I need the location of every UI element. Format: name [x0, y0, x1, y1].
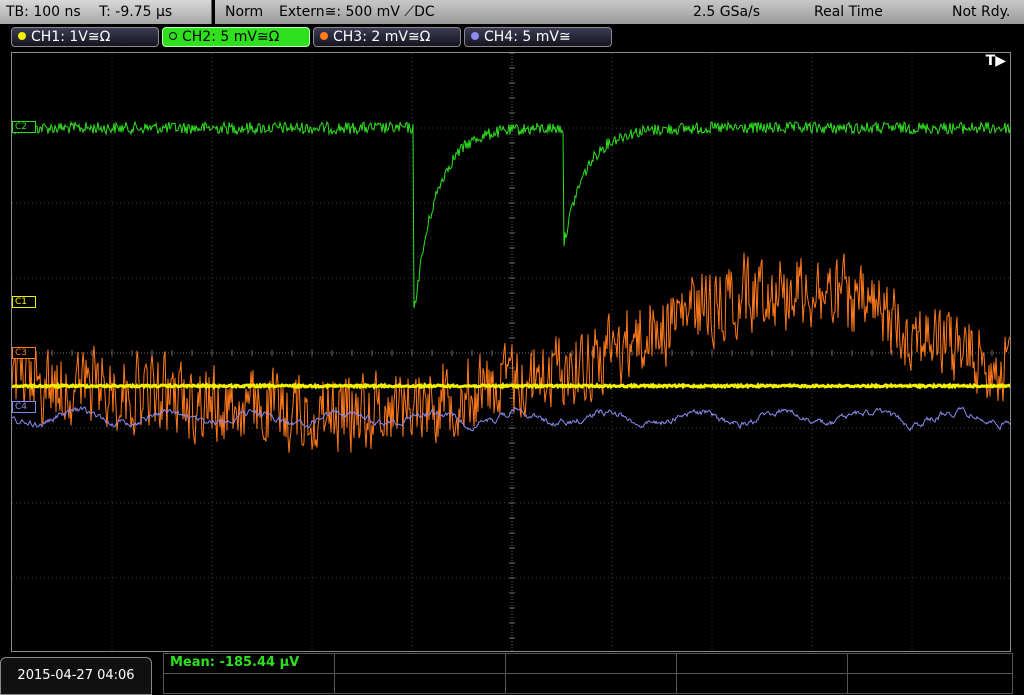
ch4-level-marker[interactable]: C4 [12, 401, 36, 413]
timebase-box[interactable]: TB: 100 ns T: -9.75 µs [0, 0, 212, 24]
ch2-level-marker[interactable]: C2 [12, 121, 36, 133]
trigger-source-label: Extern≅: 500 mV ⟋DC [279, 4, 435, 20]
mean-measurement: Mean: -185.44 µV [170, 655, 300, 670]
ch1-color-dot [18, 32, 26, 40]
measurement-cell[interactable] [334, 653, 506, 674]
measurement-cell[interactable] [676, 653, 848, 674]
ch3-label: CH3: 2 mV≅Ω [333, 29, 431, 45]
waveform-traces [12, 120, 1010, 453]
ch1-level-marker[interactable]: C1 [12, 296, 36, 308]
measurement-cell[interactable] [676, 673, 848, 694]
tab-ch2[interactable]: CH2: 5 mV≅Ω [162, 27, 310, 47]
ch4-color-dot [471, 32, 479, 40]
ch3-color-dot [320, 32, 328, 40]
tab-ch4[interactable]: CH4: 5 mV≅ [464, 27, 612, 47]
tab-ch3[interactable]: CH3: 2 mV≅Ω [313, 27, 461, 47]
tab-ch1[interactable]: CH1: 1V≅Ω [11, 27, 159, 47]
ch2-color-dot [169, 32, 177, 40]
measurement-cell[interactable] [505, 673, 677, 694]
ch3-level-marker[interactable]: C3 [12, 347, 36, 359]
date-time-display: 2015-04-27 04:06 [0, 657, 152, 695]
acquisition-type-label: Real Time [814, 4, 883, 20]
acquisition-state-label: Not Rdy. [952, 4, 1011, 20]
measurement-cell[interactable] [334, 673, 506, 694]
measurement-panel[interactable]: Mean: -185.44 µV [163, 653, 1013, 695]
trigger-position-indicator: T▶ [985, 53, 1006, 69]
ch1-waveform [12, 382, 1010, 390]
ch2-label: CH2: 5 mV≅Ω [182, 29, 280, 45]
sample-rate-label: 2.5 GSa/s [693, 4, 761, 20]
measurement-cell[interactable] [163, 673, 335, 694]
timebase-label: TB: 100 ns [6, 4, 81, 20]
acquisition-bar[interactable]: Norm Extern≅: 500 mV ⟋DC 2.5 GSa/s Real … [215, 0, 1024, 24]
waveform-display[interactable]: T▶ C2 C1 C3 C4 [11, 52, 1011, 652]
measurement-cell-mean[interactable]: Mean: -185.44 µV [163, 653, 335, 674]
measurement-cell[interactable] [505, 653, 677, 674]
measurement-cell[interactable] [847, 673, 1013, 694]
status-bar: TB: 100 ns T: -9.75 µs Norm Extern≅: 500… [0, 0, 1024, 24]
ch4-label: CH4: 5 mV≅ [484, 29, 571, 45]
measurement-cell[interactable] [847, 653, 1013, 674]
ch3-waveform [12, 252, 1010, 453]
trigger-mode-label: Norm [225, 4, 264, 20]
trigger-offset-label: T: -9.75 µs [99, 4, 173, 20]
ch1-label: CH1: 1V≅Ω [31, 29, 111, 45]
